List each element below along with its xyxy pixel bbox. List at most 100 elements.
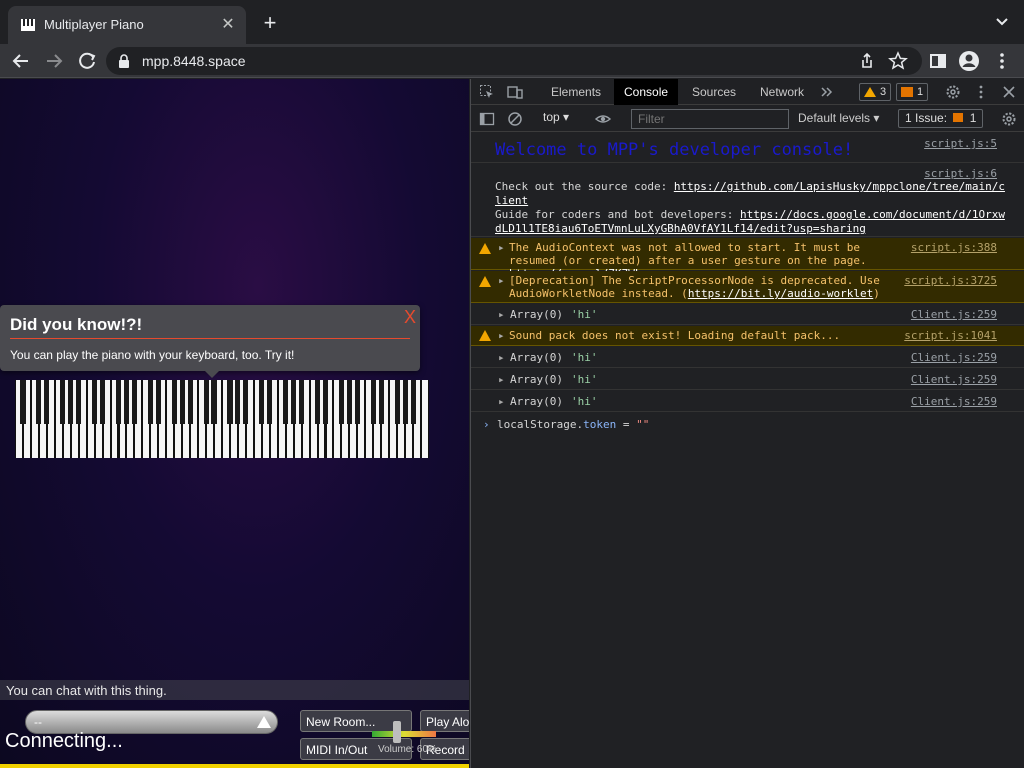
lock-icon[interactable]	[118, 54, 130, 68]
source-link[interactable]: script.js:6	[924, 167, 997, 180]
source-link[interactable]: Client.js:259	[911, 308, 997, 321]
url-text[interactable]: mpp.8448.space	[142, 53, 246, 69]
piano-black-key[interactable]	[346, 380, 352, 424]
console-log[interactable]: ▸ Array(0) 'hi' Client.js:259	[471, 347, 1024, 368]
log-levels-dropdown[interactable]: Default levels ▾	[798, 111, 879, 125]
expand-caret-icon[interactable]: ▸	[498, 274, 505, 287]
piano-black-key[interactable]	[394, 380, 400, 424]
piano-black-key[interactable]	[123, 380, 129, 424]
piano-black-key[interactable]	[44, 380, 50, 424]
more-tabs-chevron-icon[interactable]	[819, 84, 835, 100]
clear-console-icon[interactable]	[507, 111, 523, 127]
piano-black-key[interactable]	[259, 380, 265, 424]
expand-caret-icon[interactable]: ▸	[498, 373, 505, 386]
new-tab-button[interactable]: +	[258, 12, 282, 36]
source-link[interactable]: script.js:3725	[904, 274, 997, 287]
address-bar[interactable]: mpp.8448.space	[106, 47, 922, 75]
piano-black-key[interactable]	[187, 380, 193, 424]
piano-black-key[interactable]	[354, 380, 360, 424]
piano-black-key[interactable]	[291, 380, 297, 424]
devtools-menu-icon[interactable]	[973, 84, 989, 100]
piano-black-key[interactable]	[131, 380, 137, 424]
browser-menu-icon[interactable]	[989, 48, 1015, 74]
tab-close-icon[interactable]: ✕	[218, 15, 238, 35]
devtools-settings-gear-icon[interactable]	[945, 84, 961, 100]
source-link[interactable]: script.js:388	[911, 241, 997, 254]
piano-black-key[interactable]	[322, 380, 329, 424]
reload-icon[interactable]	[74, 48, 100, 74]
piano-black-key[interactable]	[402, 380, 408, 424]
tab-console[interactable]: Console	[614, 79, 679, 105]
sidebar-toggle-icon[interactable]	[479, 111, 495, 127]
issues-button[interactable]: 1 Issue: 1	[898, 109, 984, 128]
device-toolbar-icon[interactable]	[507, 84, 523, 100]
source-link[interactable]: script.js:1041	[904, 329, 997, 342]
piano-white-key[interactable]	[422, 380, 428, 458]
piano-black-key[interactable]	[171, 380, 177, 424]
piano-black-key[interactable]	[410, 380, 416, 424]
forward-arrow-icon[interactable]	[41, 48, 67, 74]
expand-caret-icon[interactable]: ▸	[498, 329, 505, 342]
piano-black-key[interactable]	[314, 380, 321, 424]
back-arrow-icon[interactable]	[8, 48, 34, 74]
expand-caret-icon[interactable]: ▸	[498, 395, 505, 408]
piano-black-key[interactable]	[179, 380, 185, 424]
piano-black-key[interactable]	[370, 380, 376, 424]
piano-black-key[interactable]	[283, 380, 289, 424]
piano-black-key[interactable]	[235, 380, 241, 424]
console-log[interactable]: ▸ Array(0) 'hi' Client.js:259	[471, 304, 1024, 325]
play-alone-button[interactable]: Play Alone	[420, 710, 469, 732]
share-icon[interactable]	[858, 52, 876, 70]
tip-close-button[interactable]: X	[404, 307, 416, 328]
source-link[interactable]: script.js:5	[924, 137, 997, 150]
bookmark-star-icon[interactable]	[888, 51, 908, 71]
browser-tab[interactable]: Multiplayer Piano ✕	[8, 6, 246, 44]
piano-black-key[interactable]	[267, 380, 273, 424]
inspect-element-icon[interactable]	[479, 84, 495, 100]
piano-black-key[interactable]	[338, 380, 344, 424]
side-panel-icon[interactable]	[925, 48, 951, 74]
tab-elements[interactable]: Elements	[541, 79, 611, 105]
piano-black-key[interactable]	[299, 380, 305, 424]
chat-input[interactable]: You can chat with this thing.	[0, 680, 469, 700]
piano-black-key[interactable]	[76, 380, 82, 424]
console-log[interactable]: ▸ Array(0) 'hi' Client.js:259	[471, 391, 1024, 412]
piano-black-key[interactable]	[203, 380, 209, 424]
piano-black-key[interactable]	[60, 380, 66, 424]
piano-black-key[interactable]	[115, 380, 122, 424]
source-link[interactable]: Client.js:259	[911, 395, 997, 408]
errors-badge[interactable]: 1	[896, 83, 929, 101]
context-select[interactable]: top ▾	[543, 110, 569, 124]
tab-sources[interactable]: Sources	[682, 79, 746, 105]
piano-black-key[interactable]	[68, 380, 74, 424]
piano-black-key[interactable]	[211, 380, 217, 424]
expand-caret-icon[interactable]: ▸	[498, 351, 505, 364]
console-filter-input[interactable]	[631, 109, 789, 129]
tab-network[interactable]: Network	[750, 79, 814, 105]
piano-black-key[interactable]	[36, 380, 42, 424]
tab-search-chevron-icon[interactable]	[994, 14, 1010, 30]
console-prompt[interactable]: › localStorage.token = ""	[471, 414, 1024, 434]
piano-black-key[interactable]	[147, 380, 153, 424]
live-expression-eye-icon[interactable]	[595, 111, 611, 127]
console-log[interactable]: ▸ Array(0) 'hi' Client.js:259	[471, 369, 1024, 390]
source-link[interactable]: Client.js:259	[911, 351, 997, 364]
piano-black-key[interactable]	[378, 380, 384, 424]
console-settings-gear-icon[interactable]	[1001, 111, 1017, 127]
volume-slider-track[interactable]	[372, 731, 436, 737]
piano-black-key[interactable]	[227, 380, 233, 424]
close-devtools-icon[interactable]	[1001, 84, 1017, 100]
profile-avatar-icon[interactable]	[956, 48, 982, 74]
room-select-arrow-icon[interactable]	[257, 716, 271, 728]
source-link[interactable]: Client.js:259	[911, 373, 997, 386]
piano-black-key[interactable]	[20, 380, 26, 424]
expand-caret-icon[interactable]: ▸	[498, 308, 505, 321]
piano-black-key[interactable]	[92, 380, 98, 424]
warning-link[interactable]: https://bit.ly/audio-worklet	[688, 287, 873, 300]
expand-caret-icon[interactable]: ▸	[498, 241, 505, 254]
piano-keyboard[interactable]	[15, 380, 429, 458]
piano-black-key[interactable]	[155, 380, 161, 424]
volume-slider-handle[interactable]	[393, 721, 401, 743]
warnings-badge[interactable]: 3	[859, 83, 892, 101]
piano-black-key[interactable]	[100, 380, 106, 424]
